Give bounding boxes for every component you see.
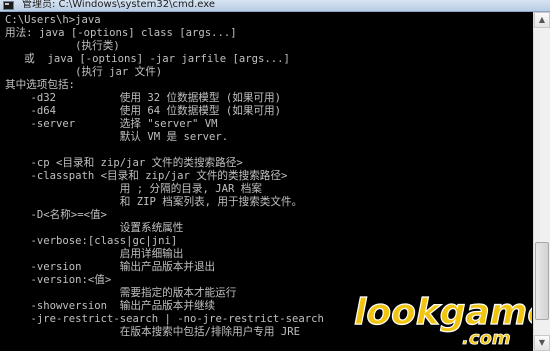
- console-line: C:\Users\h>java: [5, 14, 101, 26]
- console-line: -version:<值>: [5, 274, 112, 286]
- console-line: 用 ; 分隔的目录, JAR 档案: [5, 183, 262, 195]
- console-line: -showversion 输出产品版本并继续: [5, 300, 216, 312]
- console-line: -d32 使用 32 位数据模型 (如果可用): [5, 92, 281, 104]
- console-line: 默认 VM 是 server.: [5, 131, 229, 143]
- scroll-up-arrow-icon[interactable]: ▲: [534, 12, 550, 28]
- window-title: 管理员: C:\Windows\system32\cmd.exe: [22, 0, 216, 10]
- console-line: -classpath <目录和 zip/jar 文件的类搜索路径>: [5, 170, 288, 182]
- console-line: -version 输出产品版本并退出: [5, 261, 216, 273]
- vertical-scrollbar[interactable]: ▲ ▼: [533, 12, 550, 351]
- console-line: -d64 使用 64 位数据模型 (如果可用): [5, 105, 281, 117]
- console-line: -verbose:[class|gc|jni]: [5, 235, 178, 247]
- console-line: (执行 jar 文件): [5, 66, 163, 78]
- console-line: -jre-restrict-search | -no-jre-restrict-…: [5, 313, 324, 325]
- scroll-thumb[interactable]: [535, 242, 549, 320]
- console-line: -server 选择 "server" VM: [5, 118, 218, 130]
- console-line: 或 java [-options] -jar jarfile [args...]: [5, 53, 290, 65]
- console-line: 需要指定的版本才能运行: [5, 287, 237, 299]
- title-bar[interactable]: 管理员: C:\Windows\system32\cmd.exe: [0, 0, 550, 12]
- console-line: 用法: java [-options] class [args...]: [5, 27, 237, 39]
- cmd-icon: [3, 1, 14, 10]
- console-line: 启用详细输出: [5, 248, 184, 260]
- console-line: -cp <目录和 zip/jar 文件的类搜索路径>: [5, 157, 243, 169]
- console-output[interactable]: C:\Users\h>java 用法: java [-options] class…: [0, 12, 533, 351]
- console-line: 其中选项包括:: [5, 79, 75, 91]
- console-line: (执行类): [5, 40, 120, 52]
- scroll-down-arrow-icon[interactable]: ▼: [534, 335, 550, 351]
- console-line: -D<名称>=<值>: [5, 209, 107, 221]
- console-line: 和 ZIP 档案列表, 用于搜索类文件。: [5, 196, 303, 208]
- console-line: 设置系统属性: [5, 222, 184, 234]
- cmd-window: 管理员: C:\Windows\system32\cmd.exe C:\User…: [0, 0, 550, 351]
- console-line: 在版本搜索中包括/排除用户专用 JRE: [5, 326, 301, 338]
